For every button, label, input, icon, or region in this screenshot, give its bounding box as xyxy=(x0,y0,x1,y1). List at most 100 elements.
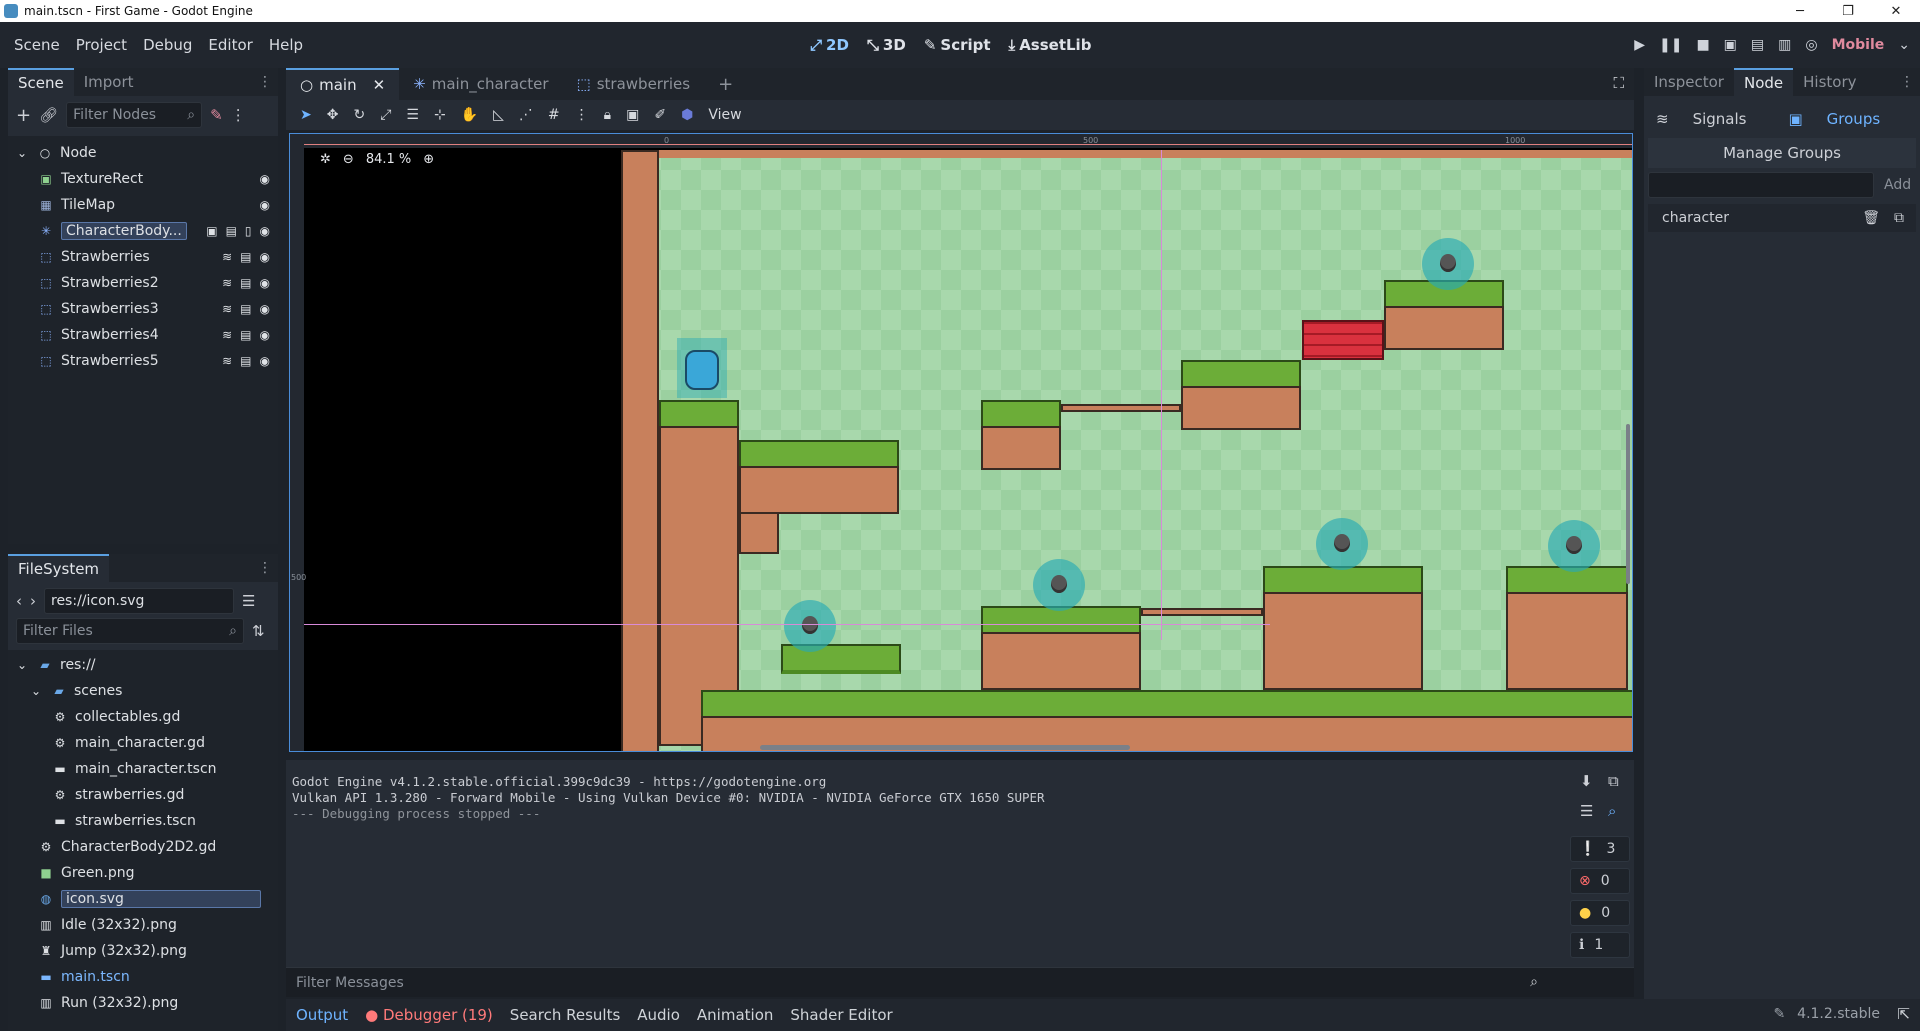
tab-animation[interactable]: Animation xyxy=(697,1006,773,1024)
clapper-icon[interactable]: ▤ xyxy=(240,276,251,290)
scale-tool-icon[interactable]: ⤢ xyxy=(380,107,391,123)
file-item[interactable]: ▥ Idle (32x32).png xyxy=(38,912,278,938)
strawberry-pickup[interactable] xyxy=(1316,518,1368,570)
file-item[interactable]: ▥ Run (32x32).png xyxy=(38,990,278,1016)
close-icon[interactable]: ✕ xyxy=(1876,0,1916,22)
vertical-scrollbar[interactable] xyxy=(1626,424,1630,584)
select-tool-icon[interactable]: ➤ xyxy=(300,107,312,123)
delete-icon[interactable]: 🗑︎ xyxy=(1862,210,1880,226)
clapper-icon[interactable]: ▤ xyxy=(240,328,251,342)
visibility-eye-icon[interactable]: ◉ xyxy=(260,328,270,342)
view-menu[interactable]: View xyxy=(708,107,741,123)
horizontal-ruler[interactable]: 0 500 1000 xyxy=(290,134,1632,148)
strawberry-pickup[interactable] xyxy=(784,600,836,652)
signal-icon[interactable]: ≋ xyxy=(222,302,232,316)
file-item[interactable]: ⚙ CharacterBody2D2.gd xyxy=(38,834,278,860)
zoom-in-icon[interactable]: ⊕ xyxy=(423,152,434,167)
minimize-icon[interactable]: ─ xyxy=(1780,0,1820,22)
file-item[interactable]: ⚙ collectables.gd xyxy=(52,704,278,730)
tab-main[interactable]: ○ main ✕ xyxy=(286,68,400,100)
filter-warnings-toggle[interactable]: ● 0 xyxy=(1570,900,1630,926)
add-tab-icon[interactable]: + xyxy=(704,68,747,100)
filter-nodes-input[interactable]: Filter Nodes ⌕ xyxy=(66,102,203,128)
group-name-input[interactable] xyxy=(1648,172,1874,198)
clapper-icon[interactable]: ▤ xyxy=(240,354,251,368)
tree-node-strawberries[interactable]: ⬚ Strawberries ≋ ▤ ◉ xyxy=(38,244,278,270)
tree-node-strawberries2[interactable]: ⬚ Strawberries2 ≋ ▤ ◉ xyxy=(38,270,278,296)
pan-tool-icon[interactable]: ✋ xyxy=(461,107,478,123)
tree-node-tilemap[interactable]: ▦ TileMap ◉ xyxy=(38,192,278,218)
workspace-2d[interactable]: ⤢ 2D xyxy=(810,36,849,54)
filter-messages-toggle[interactable]: ❕ 3 xyxy=(1570,836,1630,862)
clapper-icon[interactable]: ▤ xyxy=(240,302,251,316)
forward-icon[interactable]: › xyxy=(30,592,36,610)
search-icon[interactable]: ⌕ xyxy=(1608,802,1616,820)
visibility-eye-icon[interactable]: ◉ xyxy=(260,198,270,212)
file-item[interactable]: ⚙ main_character.gd xyxy=(52,730,278,756)
copy-icon[interactable]: ⧉ xyxy=(1894,210,1904,226)
expand-panel-icon[interactable]: ⇱ xyxy=(1897,1005,1910,1023)
file-item[interactable]: ■ Green.png xyxy=(38,860,278,886)
stop-icon[interactable]: ■ xyxy=(1696,37,1709,53)
close-icon[interactable]: ✕ xyxy=(373,76,386,94)
zoom-out-icon[interactable]: ⊖ xyxy=(343,152,354,167)
chevron-down-icon[interactable]: ⌄ xyxy=(1898,37,1910,53)
dock-menu-icon[interactable]: ⋮ xyxy=(258,74,272,90)
tab-debugger[interactable]: ● Debugger (19) xyxy=(365,1006,493,1024)
move-tool-icon[interactable]: ✥ xyxy=(327,107,339,123)
dock-options-icon[interactable]: ⋮ xyxy=(231,106,246,124)
back-icon[interactable]: ‹ xyxy=(16,592,22,610)
strawberry-pickup[interactable] xyxy=(1548,520,1600,572)
snap-options-icon[interactable]: ⋮ xyxy=(575,107,589,123)
tab-main-character[interactable]: ✳ main_character xyxy=(399,68,562,100)
list-select-icon[interactable]: ☰ xyxy=(406,107,419,123)
signal-icon[interactable]: ≋ xyxy=(222,328,232,342)
filter-info-toggle[interactable]: ℹ1 xyxy=(1570,932,1630,958)
group-item[interactable]: character 🗑︎ ⧉ xyxy=(1648,204,1916,232)
tab-scene[interactable]: Scene xyxy=(8,68,74,96)
dock-menu-icon[interactable]: ⋮ xyxy=(258,560,272,576)
tree-node-strawberries5[interactable]: ⬚ Strawberries5 ≋ ▤ ◉ xyxy=(38,348,278,374)
signal-icon[interactable]: ≋ xyxy=(222,276,232,290)
tree-node-strawberries4[interactable]: ⬚ Strawberries4 ≋ ▤ ◉ xyxy=(38,322,278,348)
strawberry-pickup[interactable] xyxy=(1033,559,1085,611)
visibility-eye-icon[interactable]: ◉ xyxy=(260,224,270,238)
ruler-tool-icon[interactable]: ◺ xyxy=(493,107,504,123)
file-item[interactable]: ♜ Jump (32x32).png xyxy=(38,938,278,964)
tree-node-root[interactable]: ⌄ ○ Node xyxy=(14,140,278,166)
tab-filesystem[interactable]: FileSystem xyxy=(8,554,110,582)
clear-output-icon[interactable]: ⬇ xyxy=(1580,772,1593,790)
filter-messages-input[interactable]: Filter Messages ⌕ xyxy=(286,967,1634,997)
manage-groups-button[interactable]: Manage Groups xyxy=(1648,138,1916,168)
split-mode-icon[interactable]: ☰ xyxy=(242,592,255,610)
add-group-button[interactable]: Add xyxy=(1884,177,1911,193)
file-item-scenes[interactable]: ⌄ ▰ scenes xyxy=(28,678,278,704)
movie-maker-icon[interactable]: ◎ xyxy=(1805,37,1817,53)
pause-icon[interactable]: ❚❚ xyxy=(1659,37,1682,53)
play-scene-icon[interactable]: ▤ xyxy=(1751,37,1764,53)
horizontal-scrollbar[interactable] xyxy=(760,745,1130,750)
workspace-script[interactable]: ✎ Script xyxy=(924,36,991,54)
group-icon[interactable]: ▣ xyxy=(206,224,217,238)
subtab-groups[interactable]: Groups xyxy=(1827,110,1880,128)
tab-output[interactable]: Output xyxy=(296,1006,348,1024)
file-item[interactable]: ▬ main_character.tscn xyxy=(52,756,278,782)
file-item[interactable]: ▬ main.tscn xyxy=(38,964,278,990)
menu-debug[interactable]: Debug xyxy=(135,36,200,54)
tab-shader-editor[interactable]: Shader Editor xyxy=(790,1006,892,1024)
vertical-ruler[interactable]: 500 xyxy=(290,148,306,751)
zoom-level[interactable]: 84.1 % xyxy=(366,152,411,167)
script-icon[interactable]: ▯ xyxy=(245,224,252,238)
play-custom-scene-icon[interactable]: ▥ xyxy=(1778,37,1791,53)
signal-icon[interactable]: ≋ xyxy=(222,250,232,264)
script-attach-icon[interactable]: ✎ xyxy=(210,106,223,124)
workspace-assetlib[interactable]: ⤓ AssetLib xyxy=(1009,36,1092,54)
tab-node[interactable]: Node xyxy=(1733,68,1794,96)
smart-snap-icon[interactable]: ⋰ xyxy=(519,107,533,123)
add-node-icon[interactable]: + xyxy=(16,105,31,126)
filter-files-input[interactable]: Filter Files ⌕ xyxy=(16,618,244,644)
visibility-eye-icon[interactable]: ◉ xyxy=(260,172,270,186)
subtab-signals[interactable]: Signals xyxy=(1693,110,1747,128)
tab-inspector[interactable]: Inspector xyxy=(1644,68,1734,96)
workspace-3d[interactable]: ⤡ 3D xyxy=(867,36,906,54)
